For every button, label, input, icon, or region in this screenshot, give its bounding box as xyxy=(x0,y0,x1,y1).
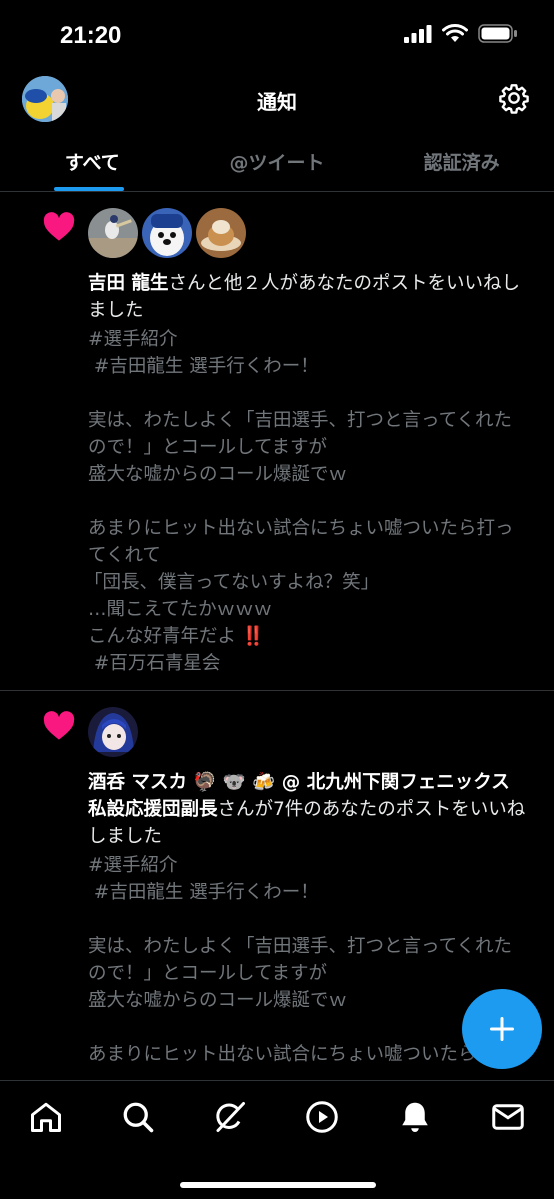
page-title: 通知 xyxy=(257,90,297,114)
notification-text: 吉田 龍生さんと他２人があなたのポストをいいねしました xyxy=(88,270,526,324)
post-line: 実は、わたしよく「吉田選手、打つと言ってくれたので！」とコールしてますが xyxy=(88,410,513,458)
post-line: 盛大な嘘からのコール爆誕でｗ xyxy=(88,990,348,1011)
post-line: こんな好青年だよ ‼️ xyxy=(88,626,265,647)
post-line: #選手紹介 xyxy=(88,329,178,350)
grok-icon[interactable] xyxy=(212,1099,248,1135)
mail-icon[interactable] xyxy=(490,1099,526,1135)
notification-item[interactable]: 吉田 龍生さんと他２人があなたのポストをいいねしました #選手紹介 #吉田龍生 … xyxy=(0,192,554,690)
liker-avatars xyxy=(88,707,138,757)
post-line: 実は、わたしよく「吉田選手、打つと言ってくれたので！」とコールしてますが xyxy=(88,936,513,984)
compose-button[interactable] xyxy=(462,989,542,1069)
post-line xyxy=(88,488,530,515)
home-icon[interactable] xyxy=(28,1099,64,1135)
notification-text: 酒呑 マスカ 🦃 🐨 🍻 @ 北九州下関フェニックス私設応援団副長さんが7件のあ… xyxy=(88,769,526,850)
post-line: あまりにヒット出ない試合にちょい嘘ついたら打ってくれて xyxy=(88,518,514,566)
status-time: 21:20 xyxy=(60,22,122,49)
post-line: 盛大な嘘からのコール爆誕でｗ xyxy=(88,464,348,485)
home-indicator xyxy=(180,1182,376,1188)
play-icon[interactable] xyxy=(304,1099,340,1135)
tab-verified-label: 認証済み xyxy=(423,152,500,174)
header: 通知 xyxy=(0,70,554,130)
tab-mentions-label: @ツイート xyxy=(229,152,325,174)
plus-icon xyxy=(490,1017,514,1041)
liker-avatars xyxy=(88,208,246,258)
heart-icon xyxy=(43,711,75,740)
notification-tabs: すべて @ツイート 認証済み xyxy=(0,134,554,192)
tab-mentions[interactable]: @ツイート xyxy=(185,134,370,191)
battery-icon xyxy=(478,24,517,43)
tab-all-label: すべて xyxy=(64,152,120,174)
status-bar: 21:20 xyxy=(0,0,554,70)
post-line: #吉田龍生 選手行くわー！ xyxy=(88,882,319,903)
post-line: #吉田龍生 選手行くわー！ xyxy=(88,356,319,377)
bell-icon[interactable] xyxy=(397,1099,433,1135)
active-tab-indicator xyxy=(54,187,124,191)
post-line: …聞こえてたかｗｗｗ xyxy=(88,599,273,620)
post-line xyxy=(88,380,530,407)
post-line: 「団長、僕言ってないすよね？笑」 xyxy=(84,572,380,593)
tab-verified[interactable]: 認証済み xyxy=(369,134,554,191)
status-icons xyxy=(404,24,518,43)
cellular-signal-icon xyxy=(404,24,432,43)
search-icon[interactable] xyxy=(120,1099,156,1135)
actor-name[interactable]: 吉田 龍生 xyxy=(88,273,168,294)
post-line: #百万石青星会 xyxy=(88,653,221,674)
post-line xyxy=(88,906,530,933)
gear-icon[interactable] xyxy=(498,82,530,114)
avatar[interactable] xyxy=(88,208,138,258)
avatar[interactable] xyxy=(88,707,138,757)
wifi-icon xyxy=(442,24,468,42)
tab-all[interactable]: すべて xyxy=(0,134,185,191)
avatar[interactable] xyxy=(142,208,192,258)
liked-post-text: #選手紹介 #吉田龍生 選手行くわー！ 実は、わたしよく「吉田選手、打つと言って… xyxy=(84,326,530,677)
avatar[interactable] xyxy=(196,208,246,258)
post-line: あまりにヒット出ない試合にちょい嘘ついたら打 xyxy=(88,1044,496,1065)
heart-icon xyxy=(43,212,75,241)
post-line: #選手紹介 xyxy=(88,855,178,876)
